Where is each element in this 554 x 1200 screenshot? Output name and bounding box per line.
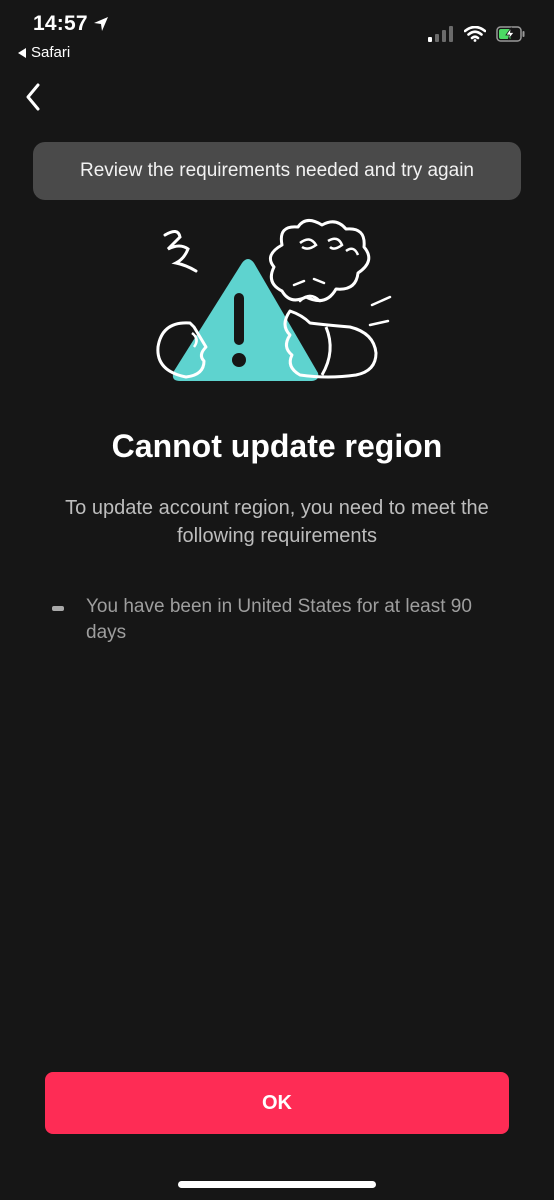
battery-charging-icon — [496, 26, 525, 42]
toast-message: Review the requirements needed and try a… — [33, 142, 521, 200]
location-arrow-icon — [93, 17, 108, 31]
signal-bars-icon — [428, 26, 453, 42]
page-subtitle: To update account region, you need to me… — [65, 497, 489, 547]
status-indicators — [428, 26, 526, 42]
requirement-text: You have been in United States for at le… — [86, 596, 472, 643]
toast-text: Review the requirements needed and try a… — [80, 160, 474, 181]
wifi-icon — [464, 26, 486, 42]
back-to-app-link[interactable]: Safari — [18, 44, 70, 61]
home-indicator[interactable] — [178, 1181, 376, 1188]
chevron-left-icon — [26, 83, 40, 111]
status-time-text: 14:57 — [33, 12, 88, 35]
warning-triangle-illustration — [156, 219, 392, 381]
dash-bullet-icon — [52, 606, 64, 611]
ok-button-label: OK — [262, 1091, 292, 1114]
status-time: 14:57 — [33, 12, 109, 36]
ok-button[interactable]: OK — [45, 1072, 509, 1134]
back-triangle-icon — [18, 47, 26, 58]
requirements-list: You have been in United States for at le… — [52, 594, 502, 646]
page-title: Cannot update region — [111, 428, 443, 464]
list-item: You have been in United States for at le… — [52, 594, 502, 646]
back-button[interactable] — [18, 80, 48, 114]
back-app-label: Safari — [31, 44, 71, 61]
